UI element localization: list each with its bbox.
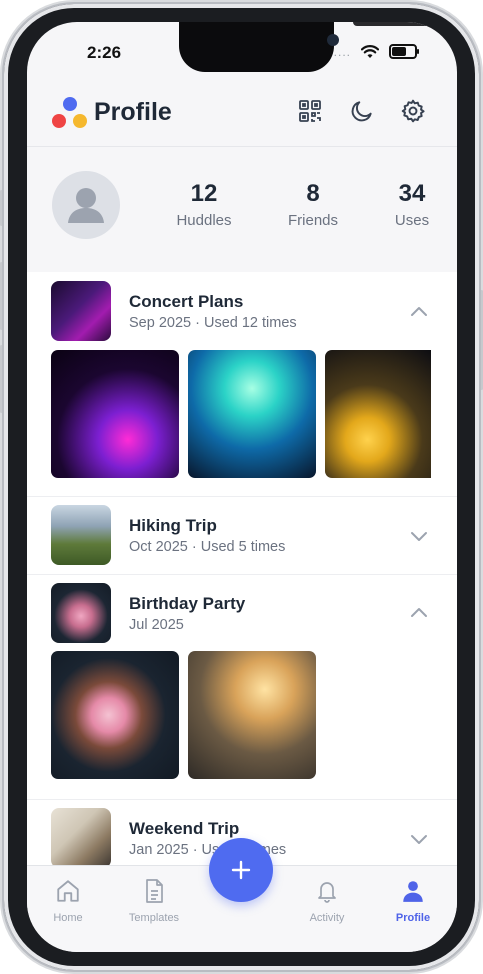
add-huddle-button[interactable] <box>209 838 273 902</box>
chevron-down-icon[interactable] <box>409 529 429 543</box>
huddle-subtitle: Jul 2025 <box>129 617 184 633</box>
stat-friends[interactable]: 8 Friends <box>268 180 358 229</box>
signal-icon: .... <box>333 44 351 59</box>
settings-button[interactable] <box>398 96 428 126</box>
tab-templates[interactable]: Templates <box>109 878 199 924</box>
logo-dot-yellow <box>73 114 87 128</box>
huddle-title[interactable]: Hiking Trip <box>129 516 217 536</box>
page-title: Profile <box>94 98 172 126</box>
logo-dot-red <box>52 114 66 128</box>
side-button-volume-down <box>0 345 3 413</box>
document-icon <box>146 879 163 903</box>
qr-code-icon <box>299 100 321 122</box>
tab-label: Home <box>53 912 83 924</box>
huddle-subtitle: Oct 2025 · Used 5 times <box>129 539 286 555</box>
gear-icon <box>401 99 425 123</box>
tab-label: Profile <box>395 912 431 924</box>
battery-fill <box>392 47 407 56</box>
screen: 2:26 .... Profile 12 Huddles 8 Friends 3… <box>27 22 457 952</box>
user-placeholder-icon <box>68 188 104 223</box>
user-icon <box>403 881 423 902</box>
huddle-photo[interactable] <box>51 651 179 779</box>
huddle-item: Birthday Party Jul 2025 <box>27 575 457 800</box>
notch <box>179 22 433 72</box>
side-button-volume-up <box>0 262 3 330</box>
status-icons: .... <box>333 44 419 59</box>
stat-uses[interactable]: 34 Uses <box>367 180 457 229</box>
plus-icon <box>231 860 251 880</box>
moon-icon <box>351 101 372 122</box>
chevron-down-icon[interactable] <box>409 832 429 846</box>
huddle-title[interactable]: Concert Plans <box>129 292 243 312</box>
huddle-subtitle: Sep 2025 · Used 12 times <box>129 315 297 331</box>
side-button-mute <box>0 190 3 226</box>
huddle-list: Concert Plans Sep 2025 · Used 12 times H… <box>27 272 457 872</box>
tab-label: Activity <box>309 912 345 924</box>
huddle-thumbnail[interactable] <box>51 808 111 868</box>
app-logo <box>52 97 88 131</box>
stat-huddles[interactable]: 12 Huddles <box>159 180 249 229</box>
qr-code-button[interactable] <box>295 96 325 126</box>
stat-label: Huddles <box>176 212 232 229</box>
huddle-thumbnail[interactable] <box>51 505 111 565</box>
stat-label: Friends <box>287 212 339 229</box>
front-camera <box>327 34 339 46</box>
speaker <box>353 22 433 26</box>
huddle-item: Concert Plans Sep 2025 · Used 12 times <box>27 272 457 497</box>
chevron-up-icon[interactable] <box>409 605 429 619</box>
tab-home[interactable]: Home <box>27 878 113 924</box>
stat-value: 12 <box>190 180 218 207</box>
stat-value: 8 <box>306 180 320 207</box>
wifi-icon <box>361 44 379 58</box>
app-header: Profile <box>27 84 457 147</box>
stat-label: Uses <box>394 212 430 229</box>
profile-stats: 12 Huddles 8 Friends 34 Uses <box>27 147 457 272</box>
bell-icon <box>318 882 336 903</box>
huddle-photo[interactable] <box>188 350 316 478</box>
stat-value: 34 <box>398 180 426 207</box>
tab-activity[interactable]: Activity <box>282 878 372 924</box>
chevron-up-icon[interactable] <box>409 304 429 318</box>
logo-dot-blue <box>63 97 77 111</box>
huddle-thumbnail[interactable] <box>51 281 111 341</box>
dark-mode-button[interactable] <box>347 96 377 126</box>
huddle-title[interactable]: Birthday Party <box>129 594 245 614</box>
avatar[interactable] <box>52 171 120 239</box>
home-icon <box>57 880 79 902</box>
tab-profile[interactable]: Profile <box>368 878 457 924</box>
huddle-item: Hiking Trip Oct 2025 · Used 5 times <box>27 497 457 575</box>
status-time: 2:26 <box>87 43 122 62</box>
huddle-photo[interactable] <box>188 651 316 779</box>
battery-icon <box>389 44 419 59</box>
huddle-title[interactable]: Weekend Trip <box>129 819 239 839</box>
huddle-photo[interactable] <box>325 350 431 478</box>
tab-label: Templates <box>128 912 180 924</box>
huddle-thumbnail[interactable] <box>51 583 111 643</box>
huddle-photo[interactable] <box>51 350 179 478</box>
